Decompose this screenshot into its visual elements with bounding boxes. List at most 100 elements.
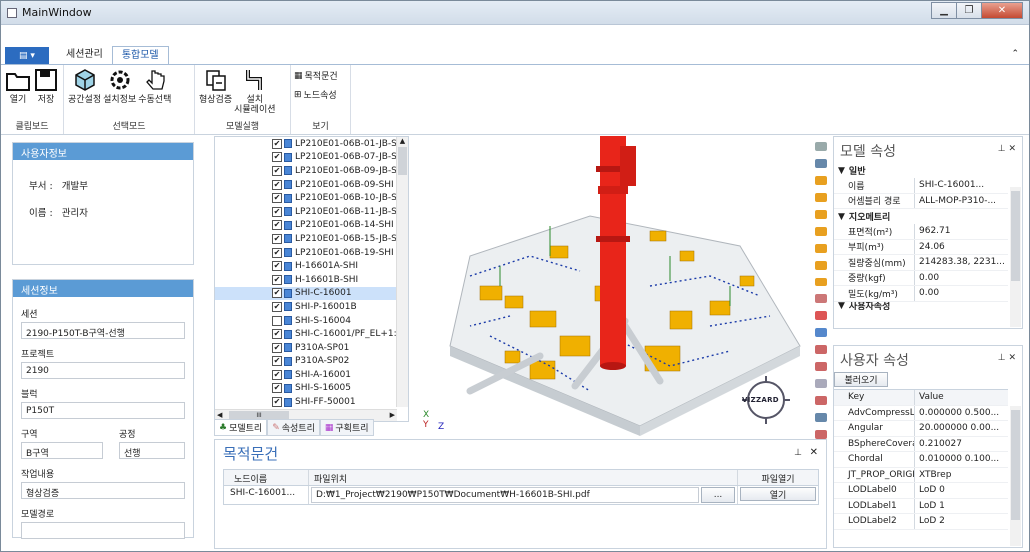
box-bottom-icon[interactable] [815,277,827,287]
box-top-icon[interactable] [815,260,827,270]
user-property-row[interactable]: BSphereCovera...0.210027 [834,436,1008,452]
property-row[interactable]: 이름 SHI-C-16001... [834,178,1008,194]
move-tool-icon[interactable] [815,158,827,168]
tab-zone-tree[interactable]: ▦ 구획트리 [319,419,374,436]
tree-item[interactable]: ✔ LP210E01-06B-14-SHI [215,219,408,233]
tree-checkbox[interactable]: ✔ [272,288,282,299]
property-scrollbar[interactable] [1010,187,1021,327]
tree-item[interactable]: ✔ LP210E01-06B-10-JB-S [215,191,408,205]
scroll-up-icon[interactable]: ▲ [397,137,408,145]
maximize-button[interactable]: ❐ [956,2,982,19]
pin-icon[interactable]: ⊥ ✕ [998,353,1016,363]
tab-model-tree[interactable]: ♣ 모델트리 [214,419,268,436]
view-cube[interactable]: VIZZARD [736,370,796,425]
clip-tool-icon[interactable] [815,345,827,355]
model-tree[interactable]: ✔ LP210E01-06B-01-JB-S ✔ LP210E01-06B-07-JB… [214,136,409,422]
box-tool-icon[interactable] [815,175,827,185]
box-front-icon[interactable] [815,192,827,202]
tree-item[interactable]: ✔ P310A-SP01 [215,341,408,355]
property-row[interactable]: 밀도(kg/m³) 0.00 [834,286,1008,302]
tree-checkbox[interactable]: ✔ [272,356,282,367]
tree-scroll-thumb[interactable] [398,147,407,175]
block-field[interactable]: P150T [21,402,185,419]
tree-item[interactable]: ✔ SHI-S-16005 [215,382,408,396]
property-category[interactable]: ▼ 지오메트리 [834,209,1008,224]
tree-item[interactable]: ✔ LP210E01-06B-11-JB-S [215,205,408,219]
property-row[interactable]: 부피(m³) 24.06 [834,239,1008,255]
install-info-button[interactable]: 설치정보 [103,67,136,105]
tree-checkbox[interactable]: ✔ [272,274,282,285]
target-document-button[interactable]: ▦ 목적문건 [294,69,338,83]
tree-item[interactable]: ✔ H-16601B-SHI [215,273,408,287]
tree-item[interactable]: ✔ LP210E01-06B-09-JB-S [215,164,408,178]
tree-checkbox[interactable]: ✔ [272,261,282,272]
tree-item[interactable]: ✔ SHI-C-16001/PF_EL+1: [215,327,408,341]
property-row[interactable]: 표면적(m²) 962.71 [834,224,1008,240]
tree-checkbox[interactable]: ✔ [272,329,282,340]
user-property-scroll-thumb[interactable] [1011,410,1020,520]
expand-triangle-icon[interactable]: ▼ [838,166,845,176]
app-menu-button[interactable]: ▤ ▾ [5,47,49,65]
tree-item[interactable]: ✔ SHI-A-16001 [215,368,408,382]
tree-checkbox[interactable]: ✔ [272,383,282,394]
process-field[interactable]: 선행 [119,442,185,459]
clip-tool-2-icon[interactable] [815,362,827,372]
tree-item[interactable]: ✔ LP210E01-06B-01-JB-S [215,137,408,151]
install-simulation-button[interactable]: 설치 시뮬레이션 [234,67,276,115]
save-button[interactable]: 저장 [33,67,59,105]
tree-checkbox[interactable]: ✔ [272,301,282,312]
user-property-row[interactable]: Angular 20.000000 0.00... [834,421,1008,437]
close-button[interactable]: ✕ [981,2,1023,19]
ribbon-collapse-icon[interactable]: ⌃ [1011,49,1019,59]
reset-tool-icon[interactable] [815,429,827,439]
tree-checkbox[interactable]: ✔ [272,397,282,408]
scroll-right-icon[interactable]: ▶ [390,411,395,419]
tree-checkbox[interactable]: ✔ [272,138,282,149]
open-button[interactable]: 열기 [5,67,31,105]
tree-item[interactable]: ✔ LP210E01-06B-09-SHI [215,178,408,192]
tree-item[interactable]: ✔ SHI-P-16001B [215,300,408,314]
box-right-icon[interactable] [815,243,827,253]
tree-checkbox[interactable]: ✔ [272,179,282,190]
document-row[interactable]: SHI-C-16001... D:₩1_Project₩2190₩P150T₩D… [224,486,818,504]
model-path-field[interactable] [21,522,185,539]
tree-checkbox[interactable]: ✔ [272,369,282,380]
file-path-field[interactable]: D:₩1_Project₩2190₩P150T₩Document₩H-16601… [311,487,699,503]
tree-checkbox[interactable]: ✔ [272,342,282,353]
tree-vertical-scrollbar[interactable]: ▲ [396,137,408,407]
tree-checkbox[interactable]: ✔ [272,165,282,176]
3d-viewport[interactable]: VIZZARD X Y Z [410,136,809,437]
tree-item[interactable]: ✔ LP210E01-06B-15-JB-S [215,232,408,246]
tree-item[interactable]: ✔ SHI-FF-50001 [215,395,408,409]
tree-item[interactable]: ✔ LP210E01-06B-07-JB-S [215,151,408,165]
tree-checkbox[interactable]: ✔ [272,206,282,217]
box-back-icon[interactable] [815,209,827,219]
tree-item[interactable]: ✔ LP210E01-06B-19-SHI [215,246,408,260]
user-property-row[interactable]: LODLabel0 LoD 0 [834,483,1008,499]
tree-item[interactable]: ✔ H-16601A-SHI [215,259,408,273]
browse-button[interactable]: ... [701,487,735,503]
property-row[interactable]: 어셈블리 경로 ALL-MOP-P310-... [834,193,1008,209]
expand-triangle-icon[interactable]: ▼ [838,212,845,222]
tree-checkbox[interactable]: ✔ [272,152,282,163]
tree-checkbox[interactable]: ✔ [272,193,282,204]
tree-checkbox[interactable]: ✔ [272,220,282,231]
wireframe-tool-icon[interactable] [815,379,827,389]
minimize-button[interactable]: ▁ [931,2,957,19]
panel-close-icon[interactable]: ✕ [810,447,818,458]
tree-item[interactable]: ✔ P310A-SP02 [215,355,408,369]
property-row[interactable]: 중량(kgf) 0.00 [834,270,1008,286]
tab-property-tree[interactable]: ✎ 속성트리 [267,419,320,436]
pin-icon[interactable]: ⊥ ✕ [998,144,1016,154]
property-category[interactable]: ▼ 일반 [834,163,1008,178]
tree-item[interactable]: ✔ SHI-C-16001 [215,286,408,301]
open-file-button[interactable]: 열기 [740,487,816,501]
box-left-icon[interactable] [815,226,827,236]
user-property-scrollbar[interactable] [1010,406,1021,546]
measure-tool-icon[interactable] [815,311,827,321]
settings-tool-icon[interactable] [815,142,827,151]
property-row[interactable]: 질량중심(mm) 214283.38, 2231... [834,255,1008,271]
shape-verify-button[interactable]: 형상검증 [199,67,232,105]
section-tool-icon[interactable] [815,294,827,304]
project-field[interactable]: 2190 [21,362,185,379]
